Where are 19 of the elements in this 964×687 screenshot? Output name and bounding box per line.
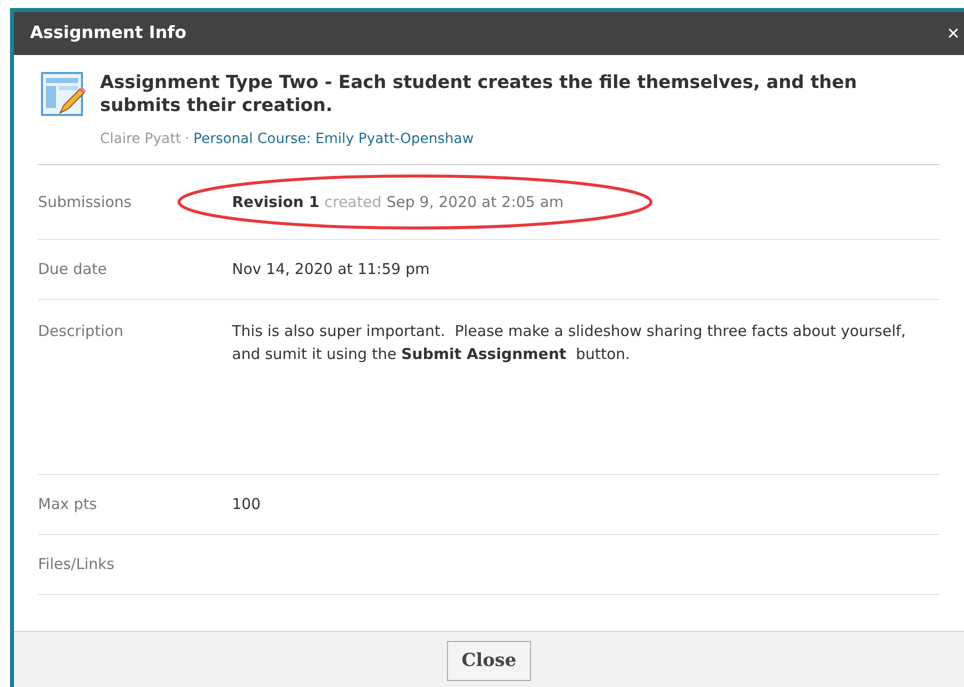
field-label: Due date bbox=[38, 259, 108, 280]
field-label: Submissions bbox=[38, 192, 133, 213]
created-label: created bbox=[324, 192, 382, 213]
close-button[interactable]: ✕ bbox=[946, 26, 960, 42]
created-date: Sep 9, 2020 at 2:05 am bbox=[386, 192, 564, 213]
separator-dot: · bbox=[184, 130, 190, 149]
field-value: 100 bbox=[232, 494, 261, 515]
description-text: This is also super important. Please make a slideshow sharing three facts about yourself, and sumit it using the Submit Assignment button. bbox=[232, 321, 907, 365]
course-link[interactable]: Personal Course: Emily Pyatt-Openshaw bbox=[193, 129, 474, 150]
revision-link[interactable]: Revision 1 bbox=[232, 190, 320, 214]
author-name: Claire Pyatt bbox=[100, 130, 181, 149]
field-label: Files/Links bbox=[38, 554, 116, 576]
document-pencil-icon bbox=[40, 71, 88, 119]
dialog-title: Assignment Info bbox=[30, 22, 186, 45]
field-label: Description bbox=[38, 321, 124, 342]
field-value: Nov 14, 2020 at 11:59 pm bbox=[232, 259, 430, 280]
field-label: Max pts bbox=[38, 494, 98, 516]
assignment-title: Assignment Type Two - Each student creates the file themselves, and then submits their creation. bbox=[100, 71, 858, 117]
close-button[interactable]: Close bbox=[446, 640, 532, 680]
